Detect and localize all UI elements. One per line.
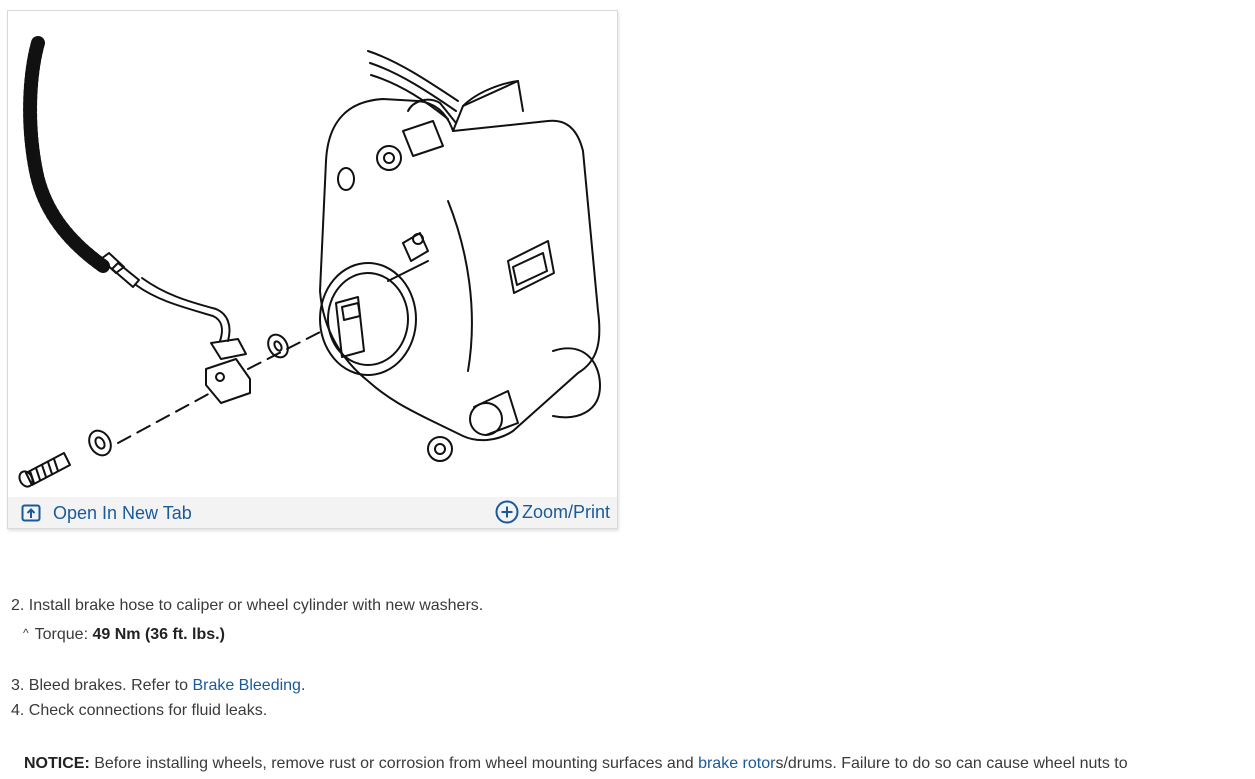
notice-text-after: s/drums. Failure to do so can cause whee… — [775, 755, 1128, 772]
figure-toolbar: Open In New Tab Zoom/Print — [8, 497, 617, 528]
step-4: 4. Check connections for fluid leaks. — [11, 701, 267, 721]
open-in-new-tab-link[interactable]: Open In New Tab — [21, 501, 192, 525]
step-2: 2. Install brake hose to caliper or whee… — [11, 596, 483, 616]
step-2-text: 2. Install brake hose to caliper or whee… — [11, 597, 484, 614]
notice-paragraph: NOTICE: Before installing wheels, remove… — [24, 754, 1128, 774]
step-3: 3. Bleed brakes. Refer to Brake Bleeding… — [11, 676, 305, 696]
torque-label: Torque: — [34, 626, 89, 643]
open-in-new-tab-label: Open In New Tab — [53, 502, 192, 523]
torque-spec: ^ Torque: 49 Nm (36 ft. lbs.) — [11, 623, 225, 645]
torque-value: 49 Nm (36 ft. lbs.) — [92, 626, 225, 643]
step-4-text: 4. Check connections for fluid leaks. — [11, 702, 268, 719]
brake-caliper-diagram — [18, 36, 601, 488]
notice-label: NOTICE: — [24, 755, 90, 772]
brake-rotor-link[interactable]: brake rotor — [698, 755, 775, 772]
torque-caret: ^ — [23, 626, 29, 640]
notice-text-before: Before installing wheels, remove rust or… — [94, 755, 694, 772]
figure-card: Open In New Tab Zoom/Print — [7, 10, 618, 529]
step-3-text: 3. Bleed brakes. Refer to — [11, 677, 188, 694]
zoom-print-link[interactable]: Zoom/Print — [495, 499, 610, 525]
zoom-print-label: Zoom/Print — [521, 501, 610, 522]
step-3-period: . — [300, 677, 306, 694]
brake-bleeding-link[interactable]: Brake Bleeding — [192, 677, 301, 694]
plus-circle-icon — [495, 500, 519, 524]
open-new-tab-icon — [21, 504, 41, 522]
